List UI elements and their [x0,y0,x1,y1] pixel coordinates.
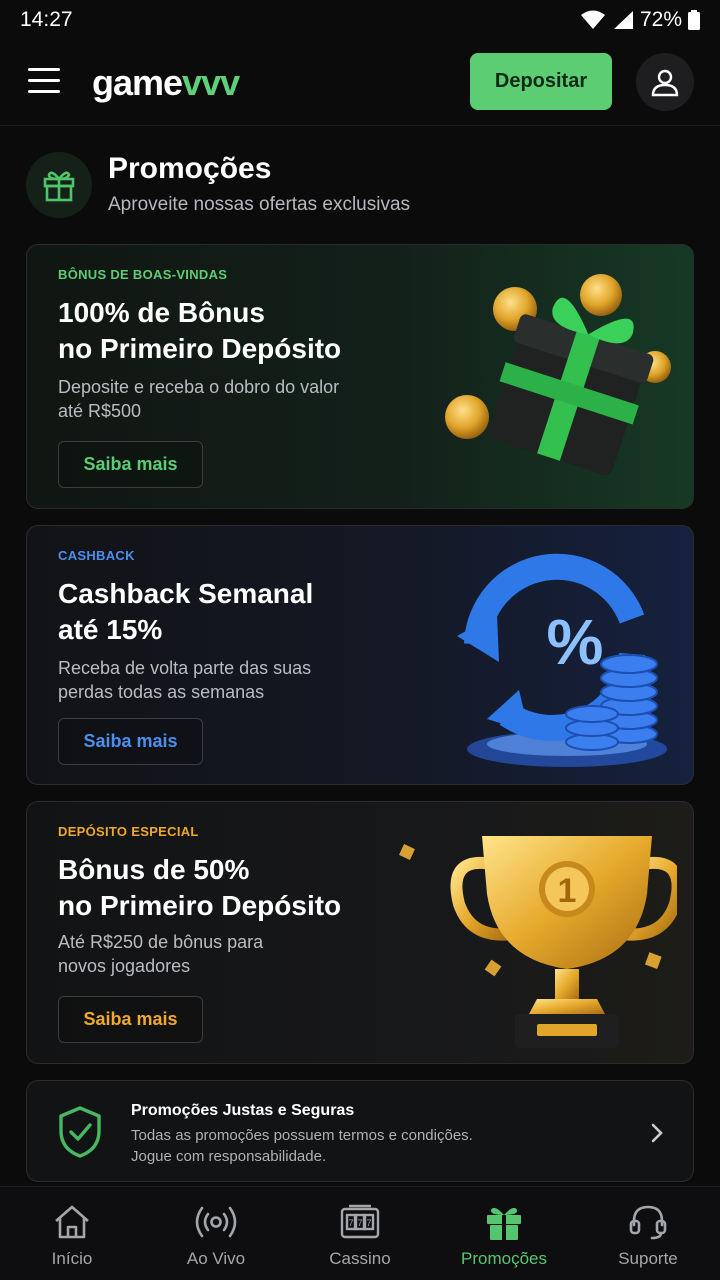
home-icon [55,1205,89,1239]
promo-title-line2: no Primeiro Depósito [58,890,342,921]
nav-item-inicio[interactable]: Início [0,1187,144,1280]
signal-icon [613,11,633,29]
nav-item-suporte[interactable]: Suporte [576,1187,720,1280]
nav-label: Início [51,1249,93,1268]
promo-title-line2: até 15% [58,614,163,645]
promo-desc-line2: até R$500 [58,401,142,421]
promo-desc-line1: Deposite e receba o dobro do valor [58,377,340,397]
chevron-right-icon[interactable] [647,1121,667,1145]
page-heading: Promoções Aproveite nossas ofertas exclu… [26,150,686,220]
gift-icon [487,1207,521,1240]
promo-card-cashback[interactable]: CASHBACK Cashback Semanal até 15% Receba… [26,525,694,785]
page-subtitle: Aproveite nossas ofertas exclusivas [108,194,411,215]
promo-desc-line1: Até R$250 de bônus para [58,932,264,952]
promo-title-line2: no Primeiro Depósito [58,333,342,364]
nav-item-ao-vivo[interactable]: Ao Vivo [144,1187,288,1280]
promo-title: Cashback Semanal até 15% [58,576,398,648]
battery-percent: 72% [639,8,682,31]
promo-description: Até R$250 de bônus para novos jogadores [58,930,398,978]
promo-desc-line2: perdas todas as semanas [58,682,265,702]
profile-button[interactable] [636,53,694,111]
promo-desc-line2: novos jogadores [58,956,191,976]
promo-desc-line1: Receba de volta parte das suas [58,658,312,678]
promo-title: 100% de Bônus no Primeiro Depósito [58,295,398,367]
safety-text-line2: Jogue com responsabilidade. [131,1148,327,1165]
status-bar: 14:27 72% [0,0,720,40]
logo-part1: game [92,62,183,103]
safety-info-card[interactable]: Promoções Justas e Seguras Todas as prom… [26,1080,694,1182]
svg-text:1: 1 [558,872,577,910]
gift-icon [43,171,75,202]
learn-more-button[interactable]: Saiba mais [58,996,203,1043]
live-icon [195,1206,237,1238]
slot-icon: 777 [340,1204,380,1239]
promo-card-welcome[interactable]: BÔNUS DE BOAS-VINDAS 100% de Bônus no Pr… [26,244,694,509]
safety-text-line1: Todas as promoções possuem termos e cond… [131,1127,473,1144]
shield-check-icon [59,1106,101,1158]
nav-item-cassino[interactable]: 777 Cassino [288,1187,432,1280]
logo[interactable]: gamevvv [92,62,240,104]
promo-title-line1: Bônus de 50% [58,854,250,885]
gift-badge [26,152,92,218]
promo-description: Receba de volta parte das suas perdas to… [58,656,398,704]
bottom-nav: Início Ao Vivo 777 Cassino Promoções Sup… [0,1186,720,1280]
user-icon [651,69,679,97]
promo-tag: DEPÓSITO ESPECIAL [58,824,199,839]
promo-title-line1: Cashback Semanal [58,578,314,609]
nav-item-promocoes[interactable]: Promoções [432,1187,576,1280]
trophy-illustration: 1 [399,836,677,1048]
menu-icon[interactable] [28,68,60,94]
wifi-icon [580,10,605,29]
gift-box-illustration [445,274,671,476]
battery-icon [688,10,700,30]
learn-more-button[interactable]: Saiba mais [58,441,203,488]
promo-card-special-deposit[interactable]: DEPÓSITO ESPECIAL Bônus de 50% no Primei… [26,801,694,1064]
cashback-illustration: % [457,553,667,767]
deposit-button[interactable]: Depositar [470,53,612,110]
svg-text:7: 7 [348,1218,353,1228]
status-time: 14:27 [20,8,73,31]
promo-title-line1: 100% de Bônus [58,297,265,328]
promo-tag: CASHBACK [58,548,135,563]
promo-title: Bônus de 50% no Primeiro Depósito [58,852,398,924]
safety-text: Todas as promoções possuem termos e cond… [131,1125,551,1167]
svg-text:7: 7 [366,1218,371,1228]
headset-icon [629,1205,667,1240]
nav-label: Promoções [461,1249,547,1268]
nav-label: Suporte [618,1249,678,1268]
promo-tag: BÔNUS DE BOAS-VINDAS [58,267,228,282]
page-title: Promoções [108,152,272,185]
safety-title: Promoções Justas e Seguras [131,1102,355,1119]
learn-more-button[interactable]: Saiba mais [58,718,203,765]
svg-text:7: 7 [357,1218,362,1228]
logo-part2: vvv [182,62,240,103]
promo-description: Deposite e receba o dobro do valor até R… [58,375,398,423]
svg-text:%: % [547,606,604,678]
app-header: gamevvv Depositar [0,40,720,126]
nav-label: Cassino [329,1249,391,1268]
nav-label: Ao Vivo [186,1249,246,1268]
